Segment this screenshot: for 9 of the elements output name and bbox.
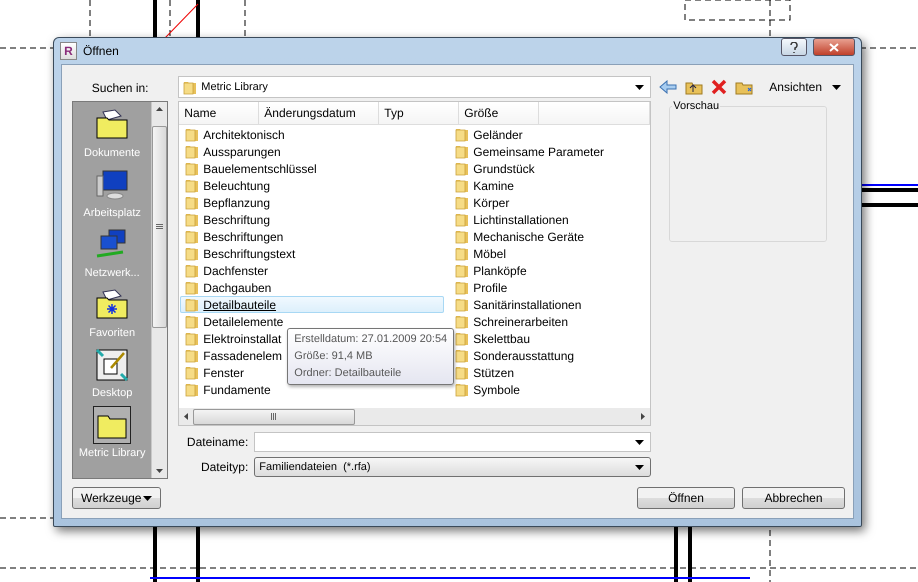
window-title: Öffnen — [83, 44, 120, 58]
file-name-label: Dateiname: — [186, 435, 248, 449]
look-in-label: Suchen in: — [90, 80, 150, 97]
tooltip-line: Größe: 91,4 MB — [294, 349, 374, 364]
tooltip-line: Ordner: Detailbauteile — [294, 366, 402, 381]
file-type-label: Dateityp: — [200, 460, 248, 474]
preview-label: Vorschau — [672, 100, 720, 112]
tooltip-line: Erstelldatum: 27.01.2009 20:54 — [294, 332, 448, 347]
app-logo: R — [60, 42, 77, 60]
